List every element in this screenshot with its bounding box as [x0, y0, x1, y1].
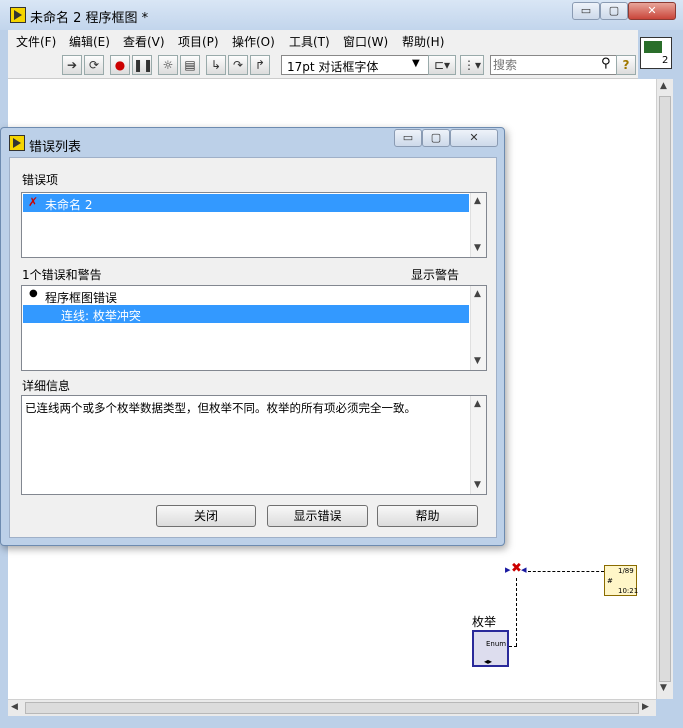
step-out-icon[interactable]: ↱	[250, 55, 270, 75]
highlight-bulb-icon[interactable]: ☼	[158, 55, 178, 75]
menu-operate[interactable]: 操作(O)	[232, 33, 275, 50]
horizontal-scrollbar[interactable]: ◀ ▶	[8, 699, 656, 716]
minimize-button[interactable]: ▭	[572, 2, 600, 20]
context-help-icon[interactable]: ?	[616, 55, 636, 75]
show-error-button[interactable]: 显示错误	[267, 505, 368, 527]
maximize-button[interactable]: ▢	[600, 2, 628, 20]
close-button[interactable]: ✕	[628, 2, 676, 20]
error-items-label: 错误项	[22, 173, 59, 187]
error-detail-row[interactable]: 连线: 枚举冲突	[23, 305, 469, 323]
chevron-down-icon: ▼	[412, 58, 420, 69]
scroll-left-icon[interactable]: ◀	[11, 702, 18, 712]
menu-tools[interactable]: 工具(T)	[289, 33, 330, 50]
search-input[interactable]	[493, 57, 597, 73]
search-box: ⚲	[490, 55, 622, 75]
error-group-text: 程序框图错误	[45, 291, 118, 305]
scroll-down-icon[interactable]: ▼	[474, 480, 481, 490]
show-warnings-label: 显示警告	[411, 268, 460, 282]
broken-wire-vertical[interactable]	[516, 578, 517, 646]
toolbar: ➔ ⟳ ● ❚❚ ☼ ▤ ↳ ↷ ↱ 17pt 对话框字体 ▼ ⊏▾ ⋮▾ ⚲ …	[8, 52, 638, 79]
wire-sink-arrow-icon: ◂	[521, 563, 527, 576]
vertical-scrollbar[interactable]: ▲ ▼	[656, 79, 673, 699]
error-detail-text: 连线: 枚举冲突	[61, 309, 141, 323]
window-title: 未命名 2 程序框图 *	[30, 11, 149, 26]
bullet-icon: ●	[29, 288, 38, 299]
menu-edit[interactable]: 编辑(E)	[69, 33, 110, 50]
details-label: 详细信息	[22, 379, 71, 393]
vi-icon[interactable]: 2	[640, 37, 672, 69]
search-icon[interactable]: ⚲	[601, 56, 611, 71]
align-objects-icon[interactable]: ⊏▾	[428, 55, 456, 75]
dialog-body: 错误项 ✗ 未命名 2 ▲ ▼ 1个错误和警告 显示警告 ● 程序框图错误 连线…	[9, 157, 497, 538]
wire-source-arrow-icon: ▸	[505, 563, 511, 576]
scroll-up-icon[interactable]: ▲	[474, 289, 481, 299]
retain-wire-values-icon[interactable]: ▤	[180, 55, 200, 75]
scroll-down-icon[interactable]: ▼	[474, 356, 481, 366]
broken-wire-stub[interactable]	[509, 646, 517, 647]
vertical-scroll-thumb[interactable]	[659, 96, 671, 682]
labview-icon	[10, 7, 26, 23]
indicator-line-2: #	[607, 577, 613, 585]
error-list-dialog: 错误列表 ▭ ▢ ✕ 错误项 ✗ 未命名 2 ▲ ▼ 1个错误和警告 显示警告 …	[0, 127, 505, 546]
scroll-up-icon[interactable]: ▲	[474, 399, 481, 409]
menu-help[interactable]: 帮助(H)	[402, 33, 444, 50]
dialog-labview-icon	[9, 135, 25, 151]
dialog-title: 错误列表	[29, 140, 82, 155]
details-scrollbar[interactable]: ▲ ▼	[470, 396, 486, 494]
scroll-up-icon[interactable]: ▲	[660, 81, 667, 91]
dialog-maximize-button[interactable]: ▢	[422, 129, 450, 147]
indicator-line-1: 1/89	[618, 567, 634, 575]
enum-constant-text: Enum	[486, 640, 507, 648]
scroll-down-icon[interactable]: ▼	[660, 683, 667, 693]
details-box: 已连线两个或多个枚举数据类型，但枚举不同。枚举的所有项必须完全一致。 ▲ ▼	[21, 395, 487, 495]
scroll-down-icon[interactable]: ▼	[474, 243, 481, 253]
menu-window[interactable]: 窗口(W)	[343, 33, 388, 50]
menu-project[interactable]: 项目(P)	[178, 33, 219, 50]
vi-graphic-icon	[644, 41, 662, 53]
dialog-close-button[interactable]: ✕	[450, 129, 498, 147]
run-arrow-icon[interactable]: ➔	[62, 55, 82, 75]
step-over-icon[interactable]: ↷	[228, 55, 248, 75]
error-group-row[interactable]: ● 程序框图错误	[23, 287, 469, 305]
menu-file[interactable]: 文件(F)	[16, 33, 56, 50]
error-items-scrollbar[interactable]: ▲ ▼	[470, 193, 486, 257]
title-bar[interactable]: 未命名 2 程序框图 * ▭ ▢ ✕	[0, 0, 683, 30]
errors-scrollbar[interactable]: ▲ ▼	[470, 286, 486, 370]
font-select-value: 17pt 对话框字体	[287, 60, 379, 74]
enum-constant[interactable]: Enum ◂▸	[472, 630, 509, 667]
enum-label: 枚举	[472, 615, 497, 629]
broken-wire-horizontal[interactable]	[528, 571, 604, 572]
details-text: 已连线两个或多个枚举数据类型，但枚举不同。枚举的所有项必须完全一致。	[25, 401, 416, 415]
font-select[interactable]: 17pt 对话框字体 ▼	[281, 55, 429, 75]
error-x-icon: ✗	[28, 195, 39, 209]
enum-arrows-icon: ◂▸	[484, 657, 493, 666]
scroll-right-icon[interactable]: ▶	[642, 702, 649, 712]
errors-list: ● 程序框图错误 连线: 枚举冲突 ▲ ▼	[21, 285, 487, 371]
error-count-label: 1个错误和警告	[22, 268, 102, 282]
menu-bar: 文件(F) 编辑(E) 查看(V) 项目(P) 操作(O) 工具(T) 窗口(W…	[8, 30, 638, 52]
run-continuously-icon[interactable]: ⟳	[84, 55, 104, 75]
horizontal-scroll-thumb[interactable]	[25, 702, 639, 714]
indicator-line-3: 10:21	[618, 587, 639, 595]
dialog-minimize-button[interactable]: ▭	[394, 129, 422, 147]
error-item-text: 未命名 2	[45, 198, 93, 212]
close-dialog-button[interactable]: 关闭	[156, 505, 256, 527]
pause-icon[interactable]: ❚❚	[132, 55, 153, 75]
distribute-objects-icon[interactable]: ⋮▾	[460, 55, 484, 75]
error-item-row[interactable]: ✗ 未命名 2	[23, 194, 469, 212]
error-items-list: ✗ 未命名 2 ▲ ▼	[21, 192, 487, 258]
help-button[interactable]: 帮助	[377, 505, 478, 527]
indicator-terminal[interactable]: 1/89 # 10:21	[604, 565, 639, 596]
scroll-up-icon[interactable]: ▲	[474, 196, 481, 206]
menu-view[interactable]: 查看(V)	[123, 33, 165, 50]
step-into-icon[interactable]: ↳	[206, 55, 226, 75]
vi-icon-label: 2	[662, 55, 669, 66]
abort-icon[interactable]: ●	[110, 55, 130, 75]
